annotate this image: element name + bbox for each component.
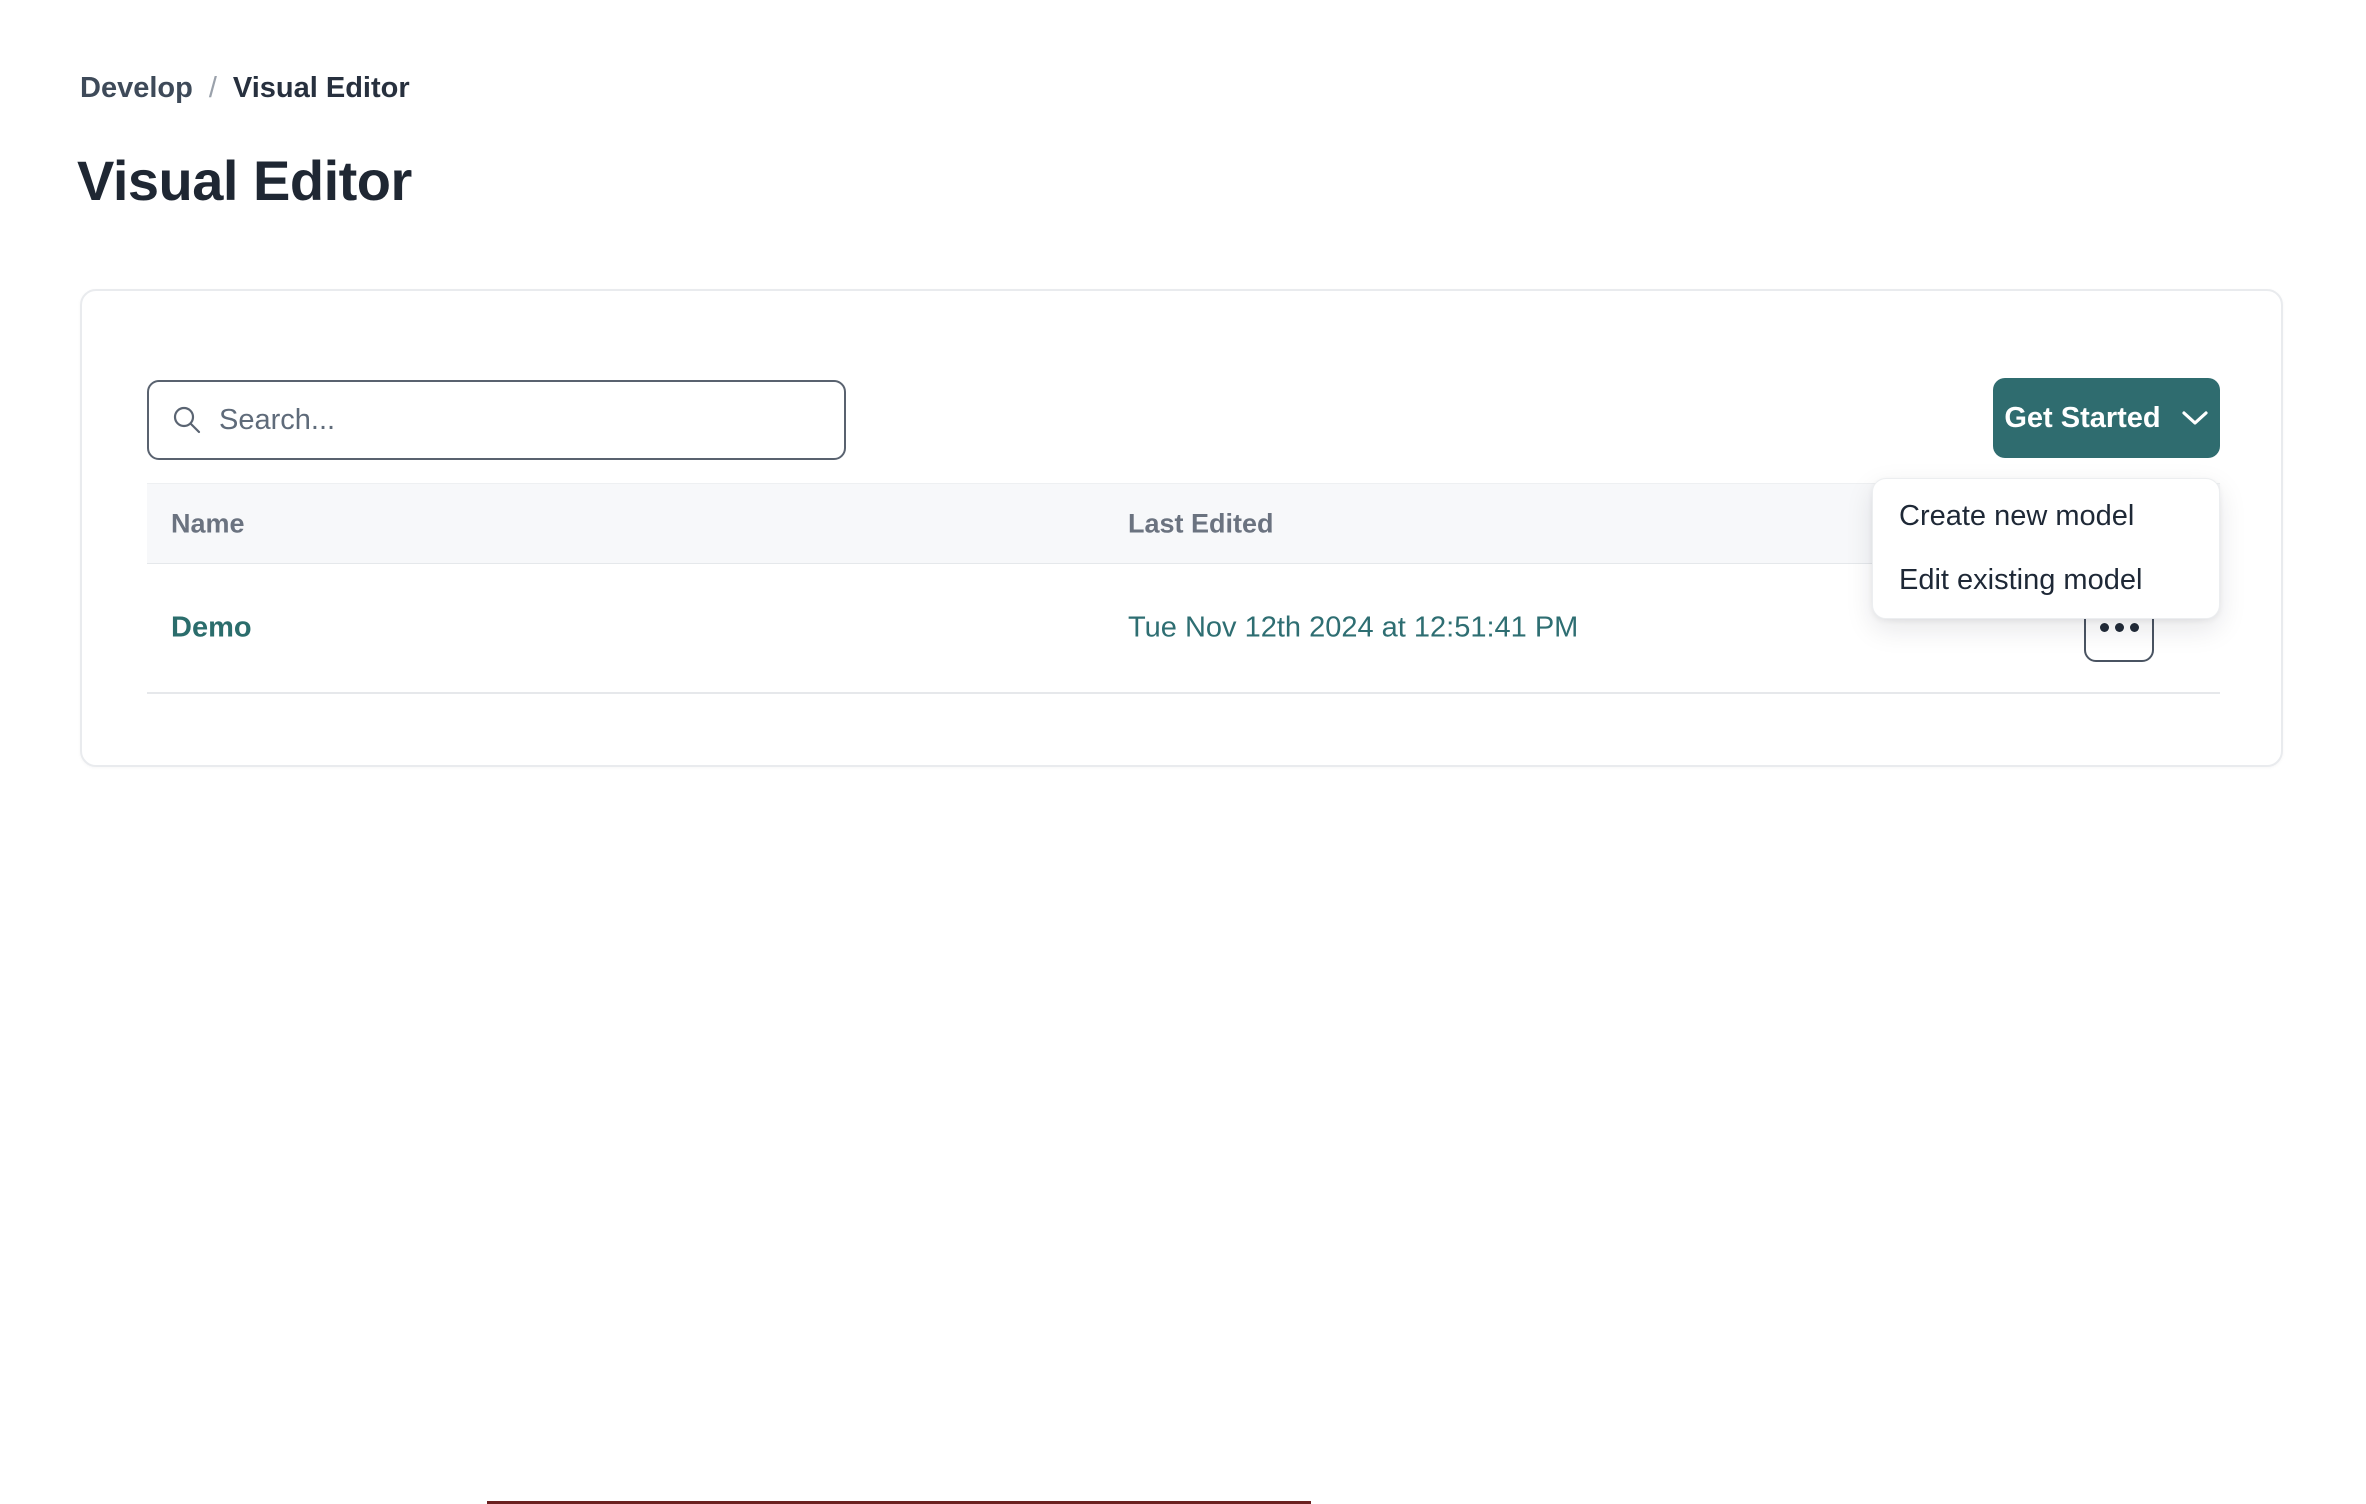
breadcrumb-separator: / [209,72,217,105]
chevron-down-icon [2181,409,2209,427]
get-started-dropdown: Create new model Edit existing model [1872,478,2220,619]
model-name-link[interactable]: Demo [171,612,252,645]
last-edited-value: Tue Nov 12th 2024 at 12:51:41 PM [1128,612,1578,645]
page-title: Visual Editor [77,148,412,213]
search-input[interactable] [219,382,844,458]
column-header-last-edited: Last Edited [1128,508,1274,539]
column-header-name: Name [171,508,245,539]
breadcrumb-develop[interactable]: Develop [80,72,193,105]
breadcrumb-visual-editor[interactable]: Visual Editor [233,72,410,105]
search-icon [171,404,203,436]
breadcrumb: Develop / Visual Editor [80,72,410,105]
menu-item-edit-existing-model[interactable]: Edit existing model [1873,549,2219,613]
get-started-label: Get Started [2004,402,2160,435]
menu-item-create-new-model[interactable]: Create new model [1873,485,2219,549]
visual-editor-page: Develop / Visual Editor Visual Editor Ge… [0,0,2366,1504]
get-started-button[interactable]: Get Started [1993,378,2220,458]
search-box[interactable] [147,380,846,460]
ellipsis-icon [2100,623,2139,632]
